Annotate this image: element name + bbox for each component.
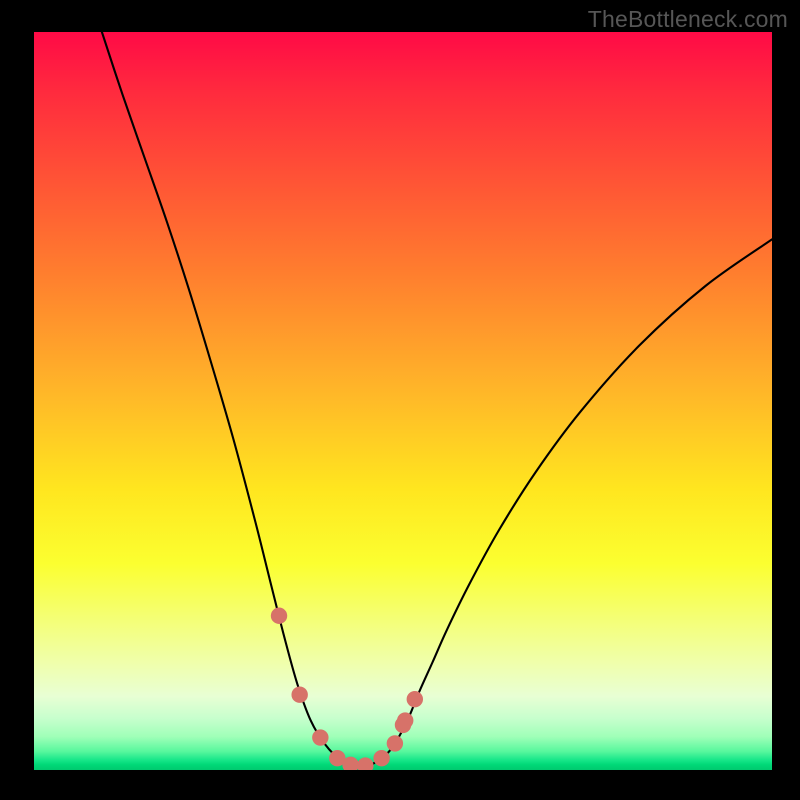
bottleneck-curve — [102, 32, 772, 767]
watermark-text: TheBottleneck.com — [588, 6, 788, 33]
data-point-dot — [271, 608, 287, 624]
data-point-dot — [357, 757, 373, 770]
data-point-dot — [387, 735, 403, 751]
plot-area — [34, 32, 772, 770]
curve-dots — [271, 608, 423, 770]
data-point-dot — [407, 691, 423, 707]
data-point-dot — [312, 729, 328, 745]
data-point-dot — [373, 750, 389, 766]
outer-frame: TheBottleneck.com — [0, 0, 800, 800]
data-point-dot — [397, 712, 413, 728]
chart-svg — [34, 32, 772, 770]
data-point-dot — [291, 687, 307, 703]
